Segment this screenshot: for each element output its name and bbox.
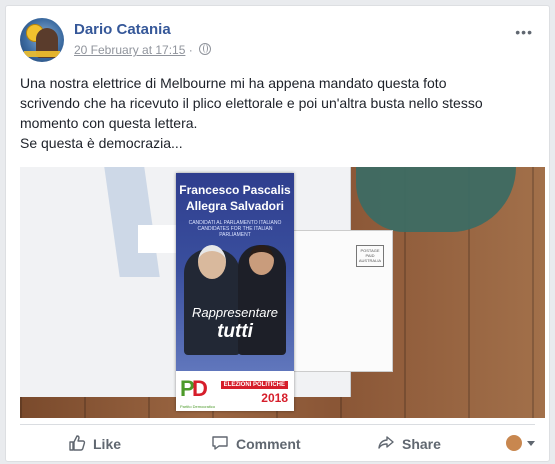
figure-head: [198, 245, 226, 279]
author-avatar[interactable]: [20, 18, 64, 62]
envelope: POSTAGE PAID AUSTRALIA: [285, 230, 393, 372]
slogan-line-2: tutti: [217, 321, 253, 342]
post-text-line: scrivendo che ha ricevuto il plico elett…: [20, 95, 483, 111]
chevron-down-icon: [527, 440, 535, 446]
pd-logo: PD: [180, 377, 214, 405]
post-photo[interactable]: POSTAGE PAID AUSTRALIA Francesco Pascali…: [20, 167, 545, 418]
comment-label: Comment: [236, 436, 301, 452]
election-label: ELEZIONI POLITICHE: [220, 381, 288, 389]
like-label: Like: [93, 436, 122, 452]
feed-post: Dario Catania 20 February at 17:15 · •••…: [5, 5, 550, 462]
postage-stamp: POSTAGE PAID AUSTRALIA: [356, 245, 384, 267]
slogan-line-1: Rappresentare: [192, 305, 278, 320]
election-leaflet: Francesco Pascalis Allegra Salvadori CAN…: [176, 173, 294, 411]
user-mini-avatar: [505, 434, 523, 452]
comment-icon: [212, 436, 228, 450]
post-actions: Like Comment Share: [6, 425, 549, 461]
election-year: 2018: [261, 391, 288, 405]
post-text-line: Se questa è democrazia...: [20, 135, 183, 151]
post-meta: 20 February at 17:15 ·: [74, 43, 212, 57]
pd-logo-d: D: [192, 376, 208, 401]
post-timestamp[interactable]: 20 February at 17:15: [74, 43, 185, 57]
address-label: [138, 225, 178, 253]
figure-head: [249, 245, 274, 275]
leaflet-subtitle: CANDIDATI AL PARLAMENTO ITALIANO CANDIDA…: [188, 220, 282, 238]
share-button[interactable]: Share: [377, 433, 441, 455]
avatar-banner: [24, 51, 60, 57]
candidate-name-2: Allegra Salvadori: [185, 199, 285, 213]
author-name[interactable]: Dario Catania: [74, 21, 171, 38]
post-text-line: momento con questa lettera.: [20, 115, 198, 131]
share-label: Share: [402, 436, 441, 452]
candidate-name-1: Francesco Pascalis: [179, 183, 291, 197]
post-text: Una nostra elettrice di Melbourne mi ha …: [20, 73, 540, 153]
like-button[interactable]: Like: [68, 433, 121, 455]
leaflet-footer: PD Partito Democratico ELEZIONI POLITICH…: [176, 371, 294, 411]
globe-icon[interactable]: [199, 43, 212, 55]
post-text-line: Una nostra elettrice di Melbourne mi ha …: [20, 75, 447, 91]
thumbs-up-icon: [69, 435, 86, 451]
more-options-icon[interactable]: •••: [515, 24, 533, 40]
meta-separator: ·: [188, 43, 193, 57]
post-as-selector[interactable]: [505, 434, 535, 454]
party-name: Partito Democratico: [180, 404, 216, 409]
post-header: Dario Catania 20 February at 17:15 · •••: [20, 18, 539, 66]
share-arrow-icon: [378, 436, 394, 449]
comment-button[interactable]: Comment: [211, 433, 301, 455]
